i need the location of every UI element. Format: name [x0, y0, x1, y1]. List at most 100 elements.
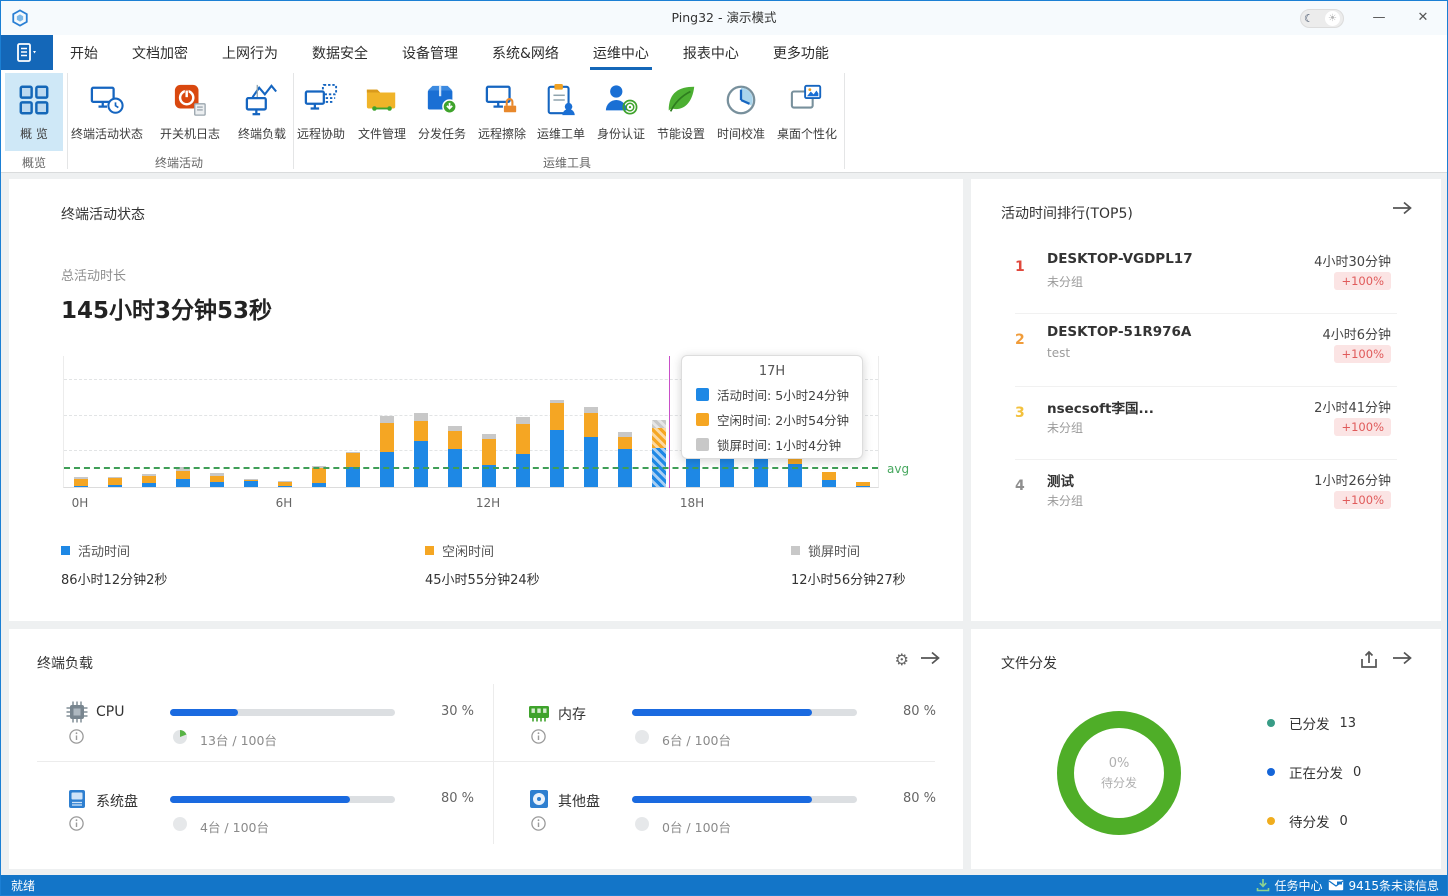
ribbon-button-power-log[interactable]: 开关机日志	[160, 73, 220, 151]
tab-report-center[interactable]: 报表中心	[666, 35, 756, 70]
ribbon-button-time-calibration[interactable]: 时间校准	[717, 73, 765, 151]
gear-icon[interactable]: ⚙	[895, 650, 909, 669]
chart-bar-segment[interactable]	[278, 481, 292, 482]
chart-bar-segment[interactable]	[108, 478, 122, 484]
tab-data-security[interactable]: 数据安全	[295, 35, 385, 70]
tab-ops-center[interactable]: 运维中心	[576, 35, 666, 70]
ribbon-button-terminal-load[interactable]: 终端负载	[238, 73, 286, 151]
chart-bar-segment[interactable]	[516, 424, 530, 454]
chart-bar-segment[interactable]	[584, 407, 598, 413]
app-menu-button[interactable]	[1, 35, 53, 70]
ribbon-button-ops-ticket[interactable]: 运维工单	[537, 73, 585, 151]
tab-web-behavior[interactable]: 上网行为	[205, 35, 295, 70]
chart-bar-segment[interactable]	[108, 485, 122, 487]
chart-bar-segment[interactable]	[74, 479, 88, 486]
theme-toggle[interactable]: ☾ ☀	[1300, 9, 1344, 28]
terminal-name: nsecsoft李国...	[1047, 397, 1154, 417]
tab-device-management[interactable]: 设备管理	[385, 35, 475, 70]
chart-bar-segment[interactable]	[244, 480, 258, 481]
tab-more-features[interactable]: 更多功能	[756, 35, 846, 70]
chart-bar-segment[interactable]	[754, 457, 768, 487]
ribbon-button-overview[interactable]: 概 览	[5, 73, 63, 151]
chart-bar-segment[interactable]	[176, 479, 190, 487]
info-icon[interactable]	[69, 816, 84, 831]
chart-bar-segment[interactable]	[584, 437, 598, 487]
info-icon[interactable]	[69, 729, 84, 744]
chart-bar-segment[interactable]	[244, 481, 258, 487]
chart-bar-segment[interactable]	[720, 457, 734, 487]
ribbon-button-energy-saving[interactable]: 节能设置	[657, 73, 705, 151]
chart-bar-segment[interactable]	[380, 452, 394, 487]
ranking-item-3[interactable]: 3 nsecsoft李国... 未分组 2小时41分钟 +100%	[1001, 397, 1411, 461]
distribution-more-arrow-icon[interactable]	[1391, 650, 1413, 666]
ribbon-button-file-manager[interactable]: 文件管理	[358, 73, 406, 151]
chart-bar-segment[interactable]	[210, 473, 224, 475]
ranking-item-1[interactable]: 1 DESKTOP-VGDPL17 未分组 4小时30分钟 +100%	[1001, 251, 1411, 315]
memory-count: 6台 / 100台	[662, 730, 731, 749]
chart-bar-segment[interactable]	[686, 457, 700, 487]
chart-bar-segment[interactable]	[380, 423, 394, 452]
info-icon[interactable]	[531, 816, 546, 831]
chart-bar-segment[interactable]	[346, 467, 360, 487]
chart-bar-segment[interactable]	[482, 434, 496, 440]
chart-bar-segment[interactable]	[822, 480, 836, 487]
minimize-button[interactable]: —	[1357, 1, 1401, 35]
chart-bar-segment[interactable]	[448, 426, 462, 431]
chart-bar-segment[interactable]	[652, 420, 666, 428]
chart-bar-segment[interactable]	[516, 417, 530, 424]
chart-bar-segment[interactable]	[346, 452, 360, 453]
chart-bar-segment[interactable]	[210, 482, 224, 487]
tab-system-network[interactable]: 系统&网络	[475, 35, 576, 70]
legend-pending[interactable]: 待分发 0	[1267, 812, 1348, 830]
tab-doc-encryption[interactable]: 文档加密	[115, 35, 205, 70]
chart-bar-segment[interactable]	[278, 482, 292, 486]
ribbon-button-desktop-personalize[interactable]: 桌面个性化	[777, 73, 837, 151]
chart-bar-segment[interactable]	[210, 476, 224, 482]
chart-bar-segment[interactable]	[448, 431, 462, 450]
chart-bar-segment[interactable]	[176, 471, 190, 479]
ribbon-button-remote-assist[interactable]: 远程协助	[297, 73, 345, 151]
chart-bar-segment[interactable]	[618, 432, 632, 437]
task-center-button[interactable]: 任务中心	[1256, 877, 1322, 894]
chart-bar-segment[interactable]	[652, 428, 666, 449]
chart-bar-segment[interactable]	[244, 479, 258, 480]
unread-messages-button[interactable]: 9415条未读信息	[1328, 877, 1439, 894]
legend-distributed[interactable]: 已分发 13	[1267, 714, 1356, 732]
load-more-arrow-icon[interactable]	[919, 650, 941, 666]
chart-bar-segment[interactable]	[414, 421, 428, 441]
ribbon-button-dispatch-task[interactable]: 分发任务	[418, 73, 466, 151]
chart-bar-segment[interactable]	[584, 413, 598, 437]
chart-bar-segment[interactable]	[482, 439, 496, 465]
close-button[interactable]: ✕	[1401, 1, 1445, 35]
chart-bar-segment[interactable]	[414, 441, 428, 487]
info-icon[interactable]	[531, 729, 546, 744]
chart-bar-segment[interactable]	[550, 430, 564, 487]
chart-bar-segment[interactable]	[312, 468, 326, 482]
chart-bar-segment[interactable]	[414, 413, 428, 421]
ribbon-button-terminal-activity[interactable]: 终端活动状态	[71, 73, 143, 151]
chart-bar-segment[interactable]	[822, 472, 836, 480]
ranking-item-4[interactable]: 4 测试 未分组 1小时26分钟 +100%	[1001, 470, 1411, 534]
chart-bar-segment[interactable]	[108, 477, 122, 478]
chart-bar-segment[interactable]	[74, 477, 88, 479]
chart-bar-segment[interactable]	[550, 400, 564, 403]
ranking-more-arrow-icon[interactable]	[1391, 200, 1413, 216]
ribbon-button-remote-wipe[interactable]: 远程擦除	[478, 73, 526, 151]
chart-bar-segment[interactable]	[856, 482, 870, 486]
chart-bar-segment[interactable]	[142, 474, 156, 475]
other-disk-percent: 80 %	[903, 791, 936, 806]
chart-bar-segment[interactable]	[618, 437, 632, 449]
tab-start[interactable]: 开始	[53, 35, 115, 70]
chart-bar-segment[interactable]	[550, 403, 564, 430]
ranking-item-2[interactable]: 2 DESKTOP-51R976A test 4小时6分钟 +100%	[1001, 324, 1411, 388]
ribbon-button-identity-auth[interactable]: 身份认证	[597, 73, 645, 151]
chart-bar-segment[interactable]	[856, 486, 870, 487]
chart-bar-segment[interactable]	[142, 476, 156, 483]
distribute-icon[interactable]	[1359, 650, 1379, 670]
chart-bar-segment[interactable]	[380, 416, 394, 423]
chart-bar-segment[interactable]	[312, 483, 326, 487]
legend-distributing[interactable]: 正在分发 0	[1267, 763, 1361, 781]
chart-bar-segment[interactable]	[142, 483, 156, 487]
chart-bar-segment[interactable]	[516, 454, 530, 487]
chart-bar-segment[interactable]	[346, 453, 360, 467]
